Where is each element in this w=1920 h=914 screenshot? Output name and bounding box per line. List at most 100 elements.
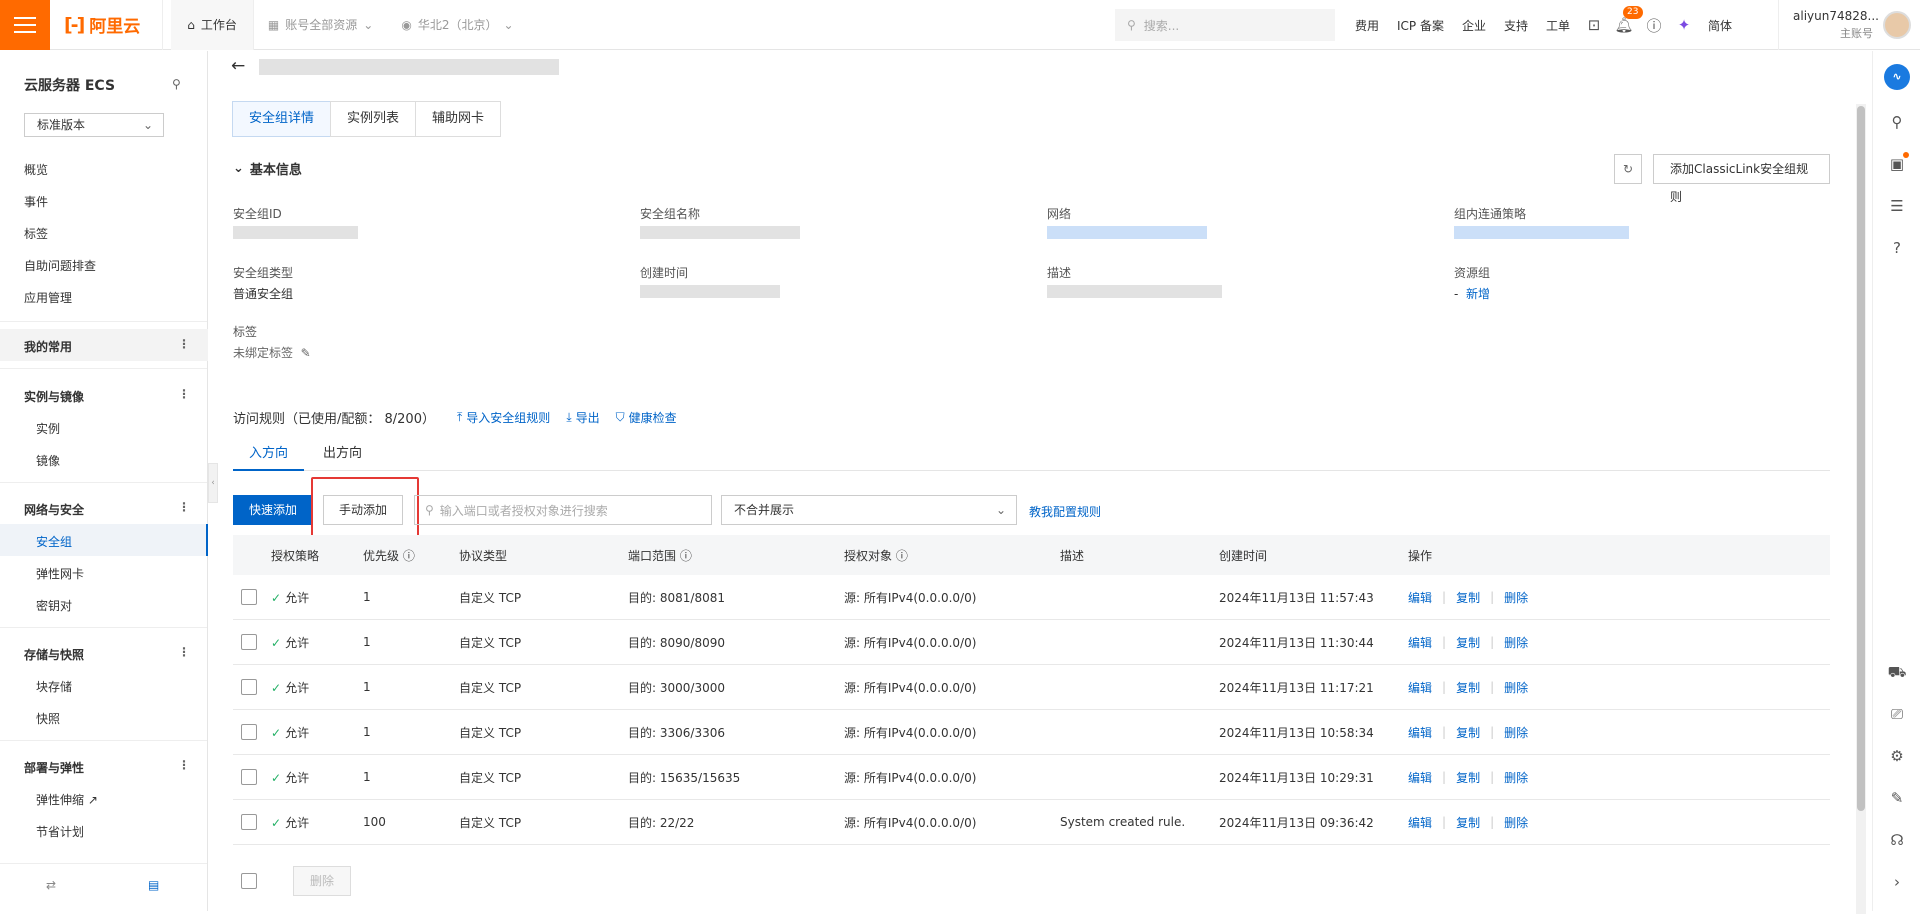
sidebar-item-eni[interactable]: 弹性网卡	[36, 565, 84, 582]
more-icon[interactable]: ⋮	[178, 645, 190, 659]
more-icon[interactable]: ⋮	[178, 387, 190, 401]
sidebar-item-savings-plan[interactable]: 节省计划	[36, 823, 84, 840]
edit-rule-link[interactable]: 编辑	[1398, 589, 1442, 606]
search-icon[interactable]: ⚲	[1873, 113, 1920, 131]
export-link[interactable]: ⤓ 导出	[566, 409, 599, 426]
copy-rule-link[interactable]: 复制	[1446, 679, 1490, 696]
version-select[interactable]: 标准版本 ⌄	[24, 113, 164, 137]
chevron-right-icon[interactable]: ›	[1873, 873, 1920, 891]
refresh-button[interactable]: ↻	[1614, 154, 1642, 184]
tab-eni[interactable]: 辅助网卡	[415, 101, 502, 137]
health-check-link[interactable]: ⛉ 健康检查	[616, 409, 677, 426]
help-icon[interactable]: ⓘ	[1639, 15, 1669, 36]
region-dropdown[interactable]: ◉ 华北2（北京） ⌄	[387, 0, 527, 50]
tab-outbound[interactable]: 出方向	[323, 439, 362, 471]
sidebar-group-instances[interactable]: 实例与镜像	[24, 388, 84, 405]
row-checkbox[interactable]	[241, 724, 257, 740]
row-checkbox[interactable]	[241, 589, 257, 605]
row-checkbox[interactable]	[241, 814, 257, 830]
avatar[interactable]	[1883, 11, 1911, 39]
rule-search-input[interactable]: ⚲ 输入端口或者授权对象进行搜索	[414, 495, 712, 525]
copy-rule-link[interactable]: 复制	[1446, 769, 1490, 786]
sidebar-item-block-storage[interactable]: 块存储	[36, 678, 72, 695]
assistant-logo-icon[interactable]: ∿	[1884, 64, 1910, 90]
enterprise-link[interactable]: 企业	[1453, 17, 1495, 34]
billing-link[interactable]: 费用	[1346, 17, 1388, 34]
cloud-shell-icon[interactable]: ⎚	[1873, 705, 1920, 723]
icp-link[interactable]: ICP 备案	[1388, 17, 1453, 34]
more-icon[interactable]: ⋮	[178, 758, 190, 772]
search-icon[interactable]: ⚲	[172, 77, 181, 91]
delete-rule-link[interactable]: 删除	[1494, 814, 1538, 831]
aliyun-logo[interactable]: [-] 阿里云	[64, 12, 140, 38]
copy-rule-link[interactable]: 复制	[1446, 724, 1490, 741]
language-switch[interactable]: 简体	[1699, 17, 1741, 34]
page-scrollbar[interactable]	[1856, 104, 1866, 914]
help-icon[interactable]: ⓘ	[680, 549, 692, 563]
help-icon[interactable]: ?	[1873, 239, 1920, 257]
chat-icon[interactable]: ▤	[148, 878, 159, 892]
select-all-checkbox[interactable]	[241, 873, 257, 889]
edit-icon[interactable]: ✎	[301, 346, 311, 360]
sidebar-item-common[interactable]: 我的常用	[24, 338, 72, 355]
checklist-icon[interactable]: ☰	[1873, 197, 1920, 215]
workbench-link[interactable]: ⌂ 工作台	[171, 0, 254, 50]
swap-icon[interactable]: ⇄	[46, 878, 56, 892]
sidebar-item-overview[interactable]: 概览	[24, 161, 48, 178]
classiclink-rule-button[interactable]: 添加ClassicLink安全组规则	[1653, 154, 1830, 204]
terminal-icon[interactable]: ⊡	[1579, 16, 1609, 34]
sidebar-group-storage[interactable]: 存储与快照	[24, 646, 84, 663]
copy-rule-link[interactable]: 复制	[1446, 814, 1490, 831]
edit-icon[interactable]: ✎	[1873, 789, 1920, 807]
tab-sg-details[interactable]: 安全组详情	[232, 101, 332, 137]
sidebar-item-events[interactable]: 事件	[24, 193, 48, 210]
hamburger-menu-icon[interactable]	[0, 0, 50, 50]
gear-icon[interactable]: ⚙	[1873, 747, 1920, 765]
sidebar-item-instances[interactable]: 实例	[36, 420, 60, 437]
global-search-input[interactable]: ⚲ 搜索...	[1115, 9, 1335, 41]
network-value-redacted[interactable]	[1047, 226, 1207, 239]
edit-rule-link[interactable]: 编辑	[1398, 679, 1442, 696]
merge-display-select[interactable]: 不合并展示 ⌄	[721, 495, 1017, 525]
sidebar-group-network[interactable]: 网络与安全	[24, 501, 84, 518]
row-checkbox[interactable]	[241, 634, 257, 650]
basic-info-header[interactable]: ⌄ 基本信息	[233, 159, 302, 178]
delete-rule-link[interactable]: 删除	[1494, 769, 1538, 786]
batch-delete-button[interactable]: 删除	[293, 866, 351, 896]
sidebar-item-troubleshoot[interactable]: 自助问题排查	[24, 257, 96, 274]
help-icon[interactable]: ⓘ	[403, 549, 415, 563]
user-menu[interactable]: aliyun74828... 主账号	[1778, 0, 1920, 50]
tab-instances[interactable]: 实例列表	[330, 101, 417, 137]
edit-rule-link[interactable]: 编辑	[1398, 724, 1442, 741]
copy-rule-link[interactable]: 复制	[1446, 589, 1490, 606]
import-rules-link[interactable]: ⤒ 导入安全组规则	[457, 409, 550, 426]
ticket-link[interactable]: 工单	[1537, 17, 1579, 34]
book-icon[interactable]: ▣	[1873, 155, 1920, 173]
sidebar-item-autoscaling[interactable]: 弹性伸缩 ↗	[36, 791, 98, 808]
edit-rule-link[interactable]: 编辑	[1398, 634, 1442, 651]
delete-rule-link[interactable]: 删除	[1494, 724, 1538, 741]
teach-config-link[interactable]: 教我配置规则	[1029, 503, 1101, 520]
sidebar-group-deploy[interactable]: 部署与弹性	[24, 759, 84, 776]
bell-icon[interactable]: 🔔︎ 23	[1609, 6, 1643, 34]
help-icon[interactable]: ⓘ	[896, 549, 908, 563]
tab-inbound[interactable]: 入方向	[233, 439, 305, 471]
delete-rule-link[interactable]: 删除	[1494, 634, 1538, 651]
edit-rule-link[interactable]: 编辑	[1398, 769, 1442, 786]
back-arrow-icon[interactable]: ←	[231, 56, 245, 76]
sidebar-item-tags[interactable]: 标签	[24, 225, 48, 242]
headset-icon[interactable]: ☊	[1873, 831, 1920, 849]
more-icon[interactable]: ⋮	[178, 337, 190, 351]
sidebar-item-snapshots[interactable]: 快照	[36, 710, 60, 727]
delete-rule-link[interactable]: 删除	[1494, 589, 1538, 606]
delete-rule-link[interactable]: 删除	[1494, 679, 1538, 696]
edit-rule-link[interactable]: 编辑	[1398, 814, 1442, 831]
row-checkbox[interactable]	[241, 769, 257, 785]
row-checkbox[interactable]	[241, 679, 257, 695]
sidebar-item-app-management[interactable]: 应用管理	[24, 289, 72, 306]
account-scope-dropdown[interactable]: ▦ 账号全部资源 ⌄	[254, 0, 387, 50]
resource-group-add-link[interactable]: 新增	[1466, 287, 1490, 301]
sidebar-item-images[interactable]: 镜像	[36, 452, 60, 469]
ai-assistant-icon[interactable]: ✦	[1669, 16, 1699, 34]
more-icon[interactable]: ⋮	[178, 500, 190, 514]
